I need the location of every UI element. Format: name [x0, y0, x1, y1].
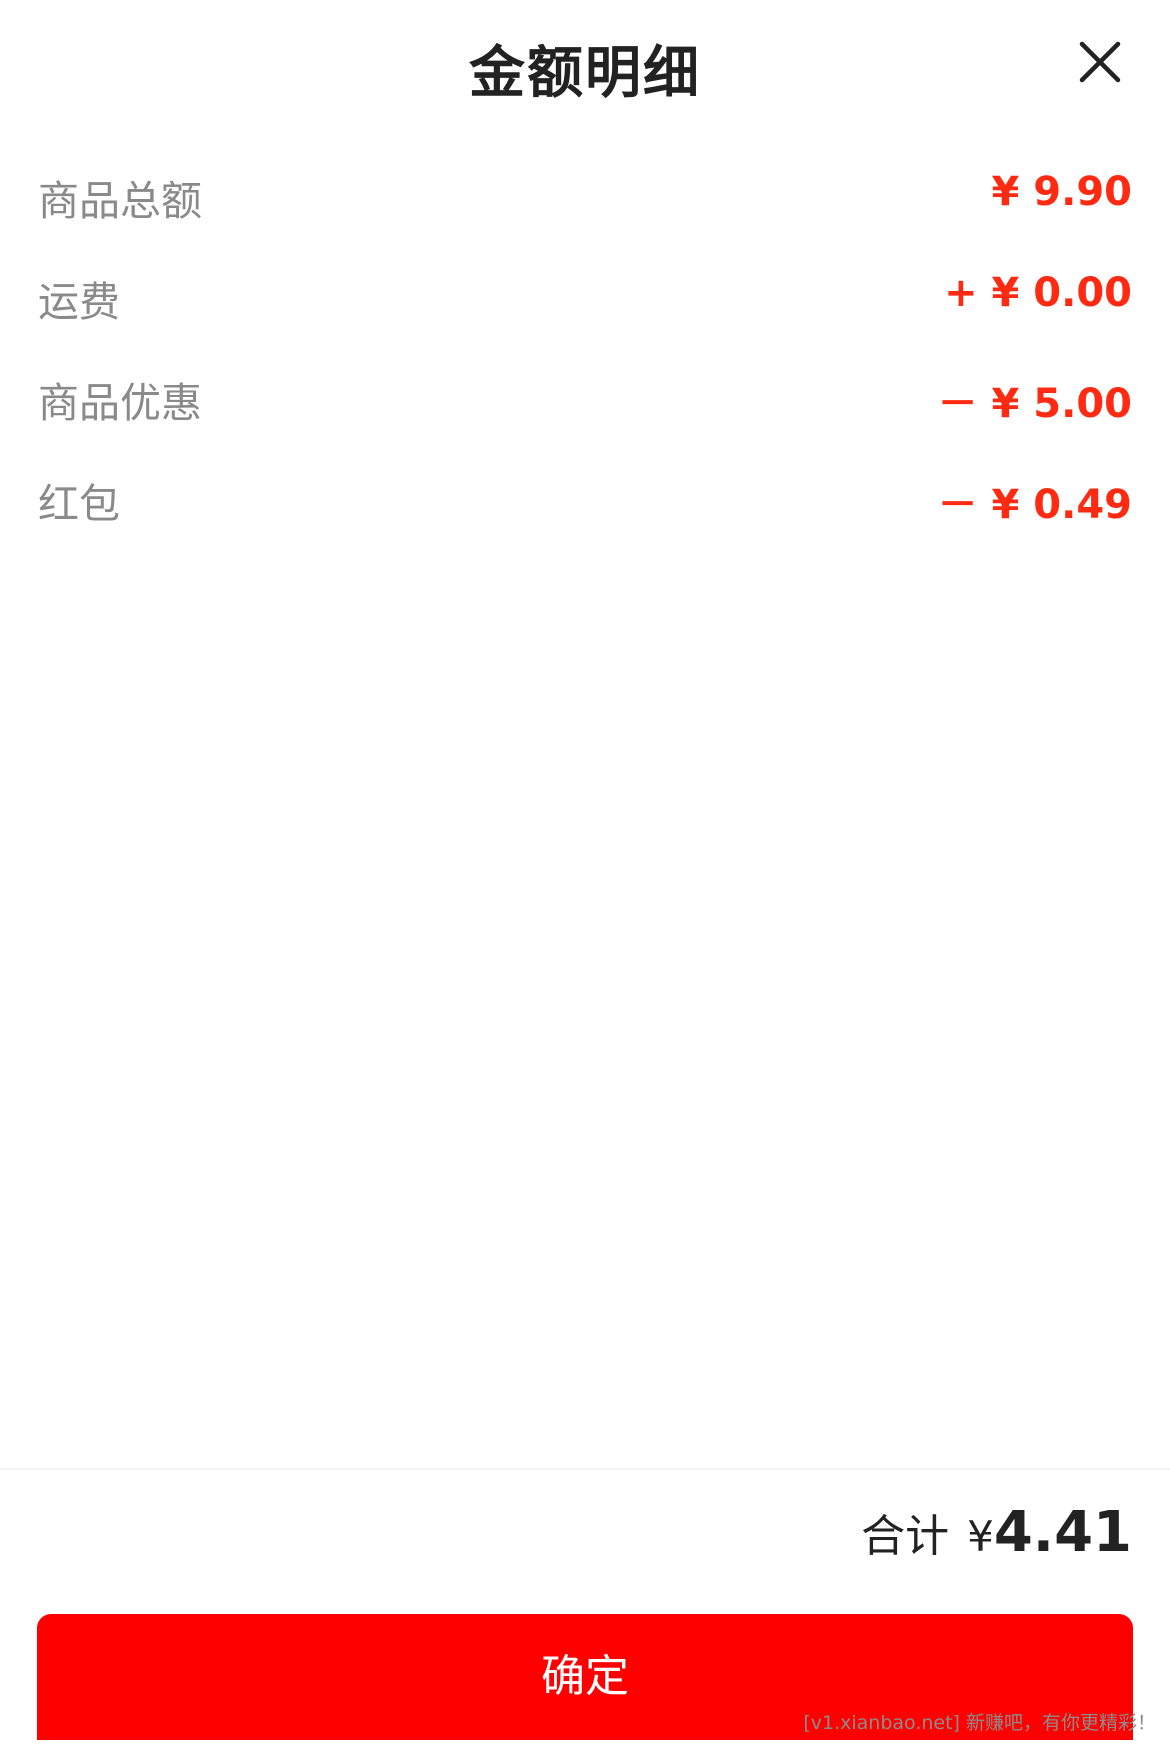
row-label: 运费 [38, 278, 120, 326]
amount-list: 商品总额 ¥ 9.90 运费 + ¥ 0.00 商品优惠 － ¥ 5.00 红包… [0, 145, 1170, 549]
row-label: 商品优惠 [38, 379, 202, 427]
total-label: 合计 [861, 1511, 950, 1562]
footer-divider [0, 1468, 1170, 1470]
close-button[interactable] [1070, 32, 1130, 92]
row-red-packet: 红包 － ¥ 0.49 [0, 448, 1170, 549]
amount-detail-sheet: 金额明细 商品总额 ¥ 9.90 运费 + ¥ 0.00 商品优惠 － ¥ 5.… [0, 0, 1170, 1744]
row-label: 红包 [38, 480, 120, 528]
row-label: 商品总额 [38, 177, 202, 225]
row-value: + ¥ 0.00 [944, 270, 1132, 316]
row-value: － ¥ 0.49 [937, 482, 1132, 528]
row-shipping: 运费 + ¥ 0.00 [0, 246, 1170, 347]
page-title: 金额明细 [469, 41, 701, 106]
row-goods-discount: 商品优惠 － ¥ 5.00 [0, 347, 1170, 448]
close-icon [1079, 41, 1121, 83]
total-value: 4.41 [993, 1500, 1132, 1565]
row-goods-total: 商品总额 ¥ 9.90 [0, 145, 1170, 246]
total-currency: ¥ [967, 1512, 994, 1561]
row-value: ¥ 9.90 [991, 169, 1132, 215]
sheet-header: 金额明细 [0, 0, 1170, 130]
total-summary: 合计 ¥4.41 [861, 1500, 1132, 1565]
row-value: － ¥ 5.00 [937, 381, 1132, 427]
watermark-text: [v1.xianbao.net] 新赚吧，有你更精彩！ [803, 1712, 1156, 1734]
